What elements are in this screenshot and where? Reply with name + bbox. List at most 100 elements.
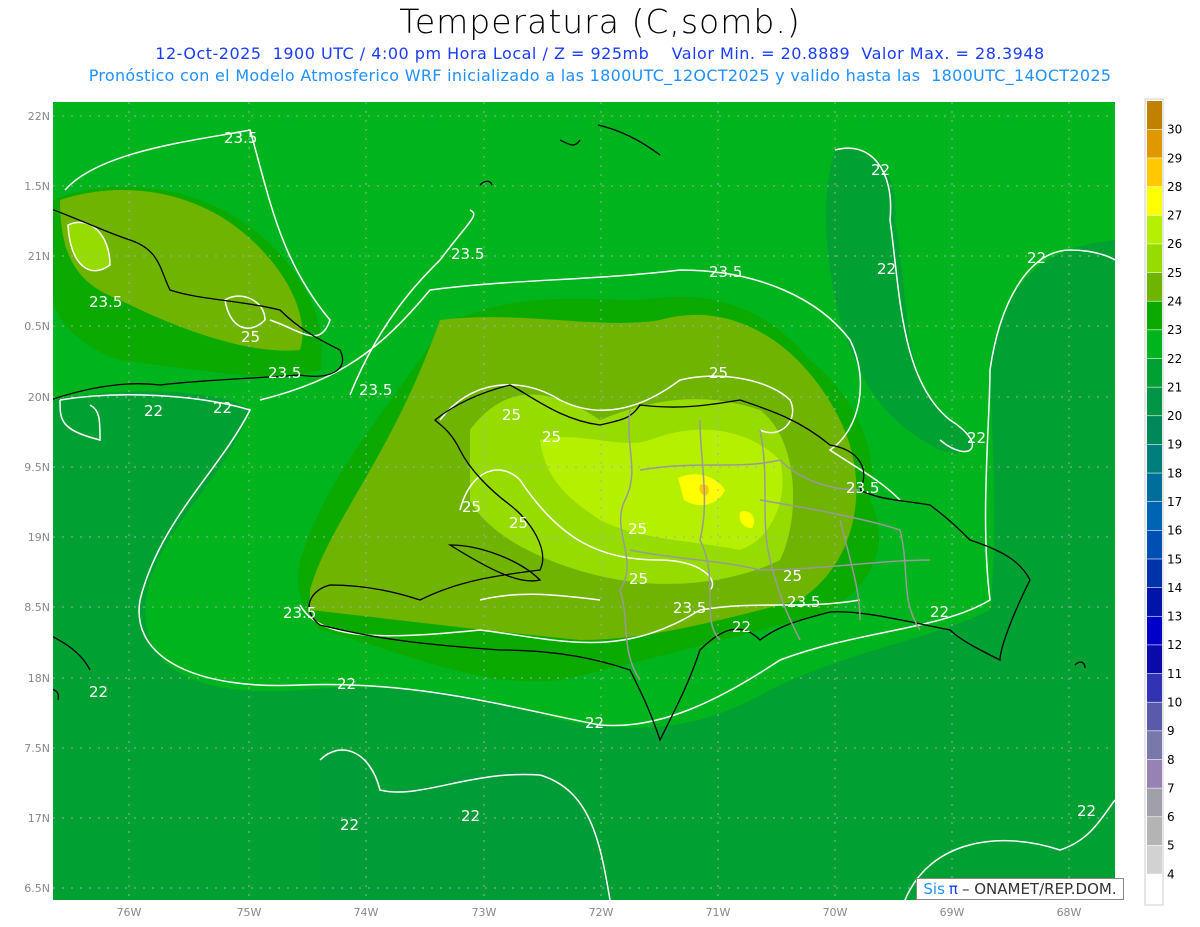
svg-text:25: 25: [241, 328, 260, 346]
svg-text:22: 22: [732, 618, 751, 636]
svg-text:8.5N: 8.5N: [24, 601, 50, 614]
colorbar-label: 27: [1167, 209, 1182, 223]
svg-text:25: 25: [462, 498, 481, 516]
colorbar-bin: [1147, 101, 1162, 130]
colorbar-label: 26: [1167, 237, 1182, 251]
svg-text:18N: 18N: [28, 672, 50, 685]
colorbar-bin: [1147, 845, 1162, 874]
colorbar-label: 15: [1167, 552, 1182, 566]
colorbar-bin: [1147, 616, 1162, 645]
svg-text:7.5N: 7.5N: [24, 742, 50, 755]
sispi-logo-pi: π: [948, 880, 958, 898]
svg-text:22: 22: [930, 603, 949, 621]
colorbar-label: 4: [1167, 867, 1175, 881]
colorbar-bin: [1147, 587, 1162, 616]
colorbar-label: 14: [1167, 581, 1182, 595]
svg-text:25: 25: [629, 570, 648, 588]
credit-logo: Sis π – ONAMET/REP.DOM.: [916, 878, 1124, 900]
svg-text:22: 22: [1077, 802, 1096, 820]
colorbar-label: 23: [1167, 323, 1182, 337]
svg-text:25: 25: [709, 364, 728, 382]
svg-text:22: 22: [213, 399, 232, 417]
svg-text:22: 22: [337, 675, 356, 693]
svg-text:23.5: 23.5: [283, 604, 316, 622]
colorbar-bin: [1147, 416, 1162, 445]
colorbar-label: 7: [1167, 781, 1175, 795]
colorbar-label: 8: [1167, 753, 1175, 767]
colorbar-bin: [1147, 215, 1162, 244]
longitude-labels: 76W 75W 74W 73W 72W 71W 70W 69W 68W: [117, 906, 1082, 919]
svg-text:21N: 21N: [28, 250, 50, 263]
svg-text:75W: 75W: [237, 906, 262, 919]
colorbar-bin: [1147, 129, 1162, 158]
svg-text:25: 25: [783, 567, 802, 585]
svg-text:23.5: 23.5: [89, 293, 122, 311]
svg-text:22: 22: [877, 260, 896, 278]
colorbar-bin: [1147, 502, 1162, 531]
svg-text:25: 25: [509, 514, 528, 532]
colorbar-bin: [1147, 272, 1162, 301]
colorbar-bin: [1147, 330, 1162, 359]
colorbar-bin: [1147, 731, 1162, 760]
svg-text:22: 22: [340, 816, 359, 834]
svg-text:76W: 76W: [117, 906, 142, 919]
colorbar-bin: [1147, 673, 1162, 702]
colorbar-label: 25: [1167, 266, 1182, 280]
svg-text:1.5N: 1.5N: [24, 180, 50, 193]
svg-text:69W: 69W: [940, 906, 965, 919]
svg-text:9.5N: 9.5N: [24, 461, 50, 474]
colorbar-bin: [1147, 444, 1162, 473]
colorbar-label: 11: [1167, 667, 1182, 681]
colorbar-bin: [1147, 387, 1162, 416]
svg-text:23.5: 23.5: [846, 479, 879, 497]
svg-text:22: 22: [89, 683, 108, 701]
colorbar-bin: [1147, 874, 1162, 903]
colorbar-bin: [1147, 759, 1162, 788]
colorbar-label: 19: [1167, 438, 1182, 452]
svg-text:23.5: 23.5: [224, 129, 257, 147]
colorbar-label: 5: [1167, 839, 1175, 853]
colorbar-label: 20: [1167, 409, 1182, 423]
colorbar-bin: [1147, 645, 1162, 674]
colorbar-bin: [1147, 702, 1162, 731]
svg-text:73W: 73W: [472, 906, 497, 919]
svg-text:70W: 70W: [823, 906, 848, 919]
colorbar-label: 13: [1167, 610, 1182, 624]
svg-text:22N: 22N: [28, 110, 50, 123]
svg-text:22: 22: [585, 714, 604, 732]
colorbar-label: 16: [1167, 524, 1182, 538]
colorbar-bin: [1147, 158, 1162, 187]
colorbar-label: 24: [1167, 295, 1182, 309]
colorbar-label: 10: [1167, 696, 1182, 710]
latitude-labels: 22N 1.5N 21N 0.5N 20N 9.5N 19N 8.5N 18N …: [24, 110, 50, 895]
svg-text:71W: 71W: [706, 906, 731, 919]
colorbar-label: 9: [1167, 724, 1175, 738]
colorbar-bin: [1147, 559, 1162, 588]
svg-text:22: 22: [144, 402, 163, 420]
svg-text:0.5N: 0.5N: [24, 320, 50, 333]
svg-text:23.5: 23.5: [787, 593, 820, 611]
svg-text:23.5: 23.5: [709, 263, 742, 281]
colorbar-bin: [1147, 358, 1162, 387]
svg-text:17N: 17N: [28, 812, 50, 825]
colorbar-label: 17: [1167, 495, 1182, 509]
svg-text:6.5N: 6.5N: [24, 882, 50, 895]
svg-text:23.5: 23.5: [359, 381, 392, 399]
svg-text:25: 25: [628, 520, 647, 538]
colorbar-bin: [1147, 244, 1162, 273]
temperature-map: 23.5 23.5 23.5 25 23.5 22 22 23.5 23.5 2…: [24, 98, 1182, 919]
svg-text:23.5: 23.5: [451, 245, 484, 263]
svg-text:74W: 74W: [354, 906, 379, 919]
colorbar-label: 29: [1167, 151, 1182, 165]
sispi-logo-sis: Sis: [923, 880, 945, 898]
colorbar-bin: [1147, 186, 1162, 215]
colorbar-bin: [1147, 473, 1162, 502]
colorbar-label: 6: [1167, 810, 1175, 824]
svg-text:68W: 68W: [1057, 906, 1082, 919]
colorbar-bin: [1147, 301, 1162, 330]
svg-text:23.5: 23.5: [673, 599, 706, 617]
svg-text:23.5: 23.5: [268, 364, 301, 382]
colorbar-label: 28: [1167, 180, 1182, 194]
svg-text:72W: 72W: [589, 906, 614, 919]
svg-text:19N: 19N: [28, 531, 50, 544]
